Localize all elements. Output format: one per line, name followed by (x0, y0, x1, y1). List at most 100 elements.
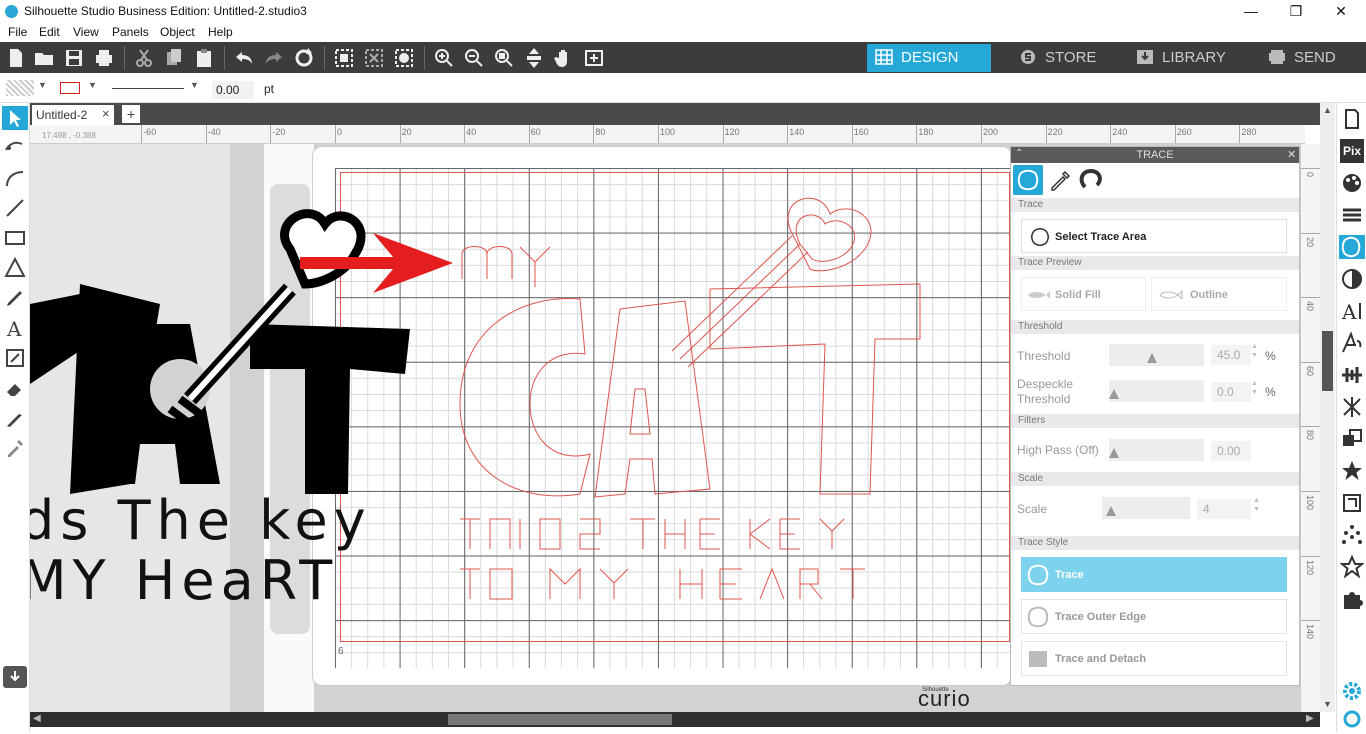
print-icon[interactable] (92, 46, 116, 70)
spinner-arrows-icon[interactable]: ▲ ▼ (1251, 379, 1258, 397)
despeckle-slider[interactable] (1109, 380, 1204, 402)
outline-button[interactable]: Outline (1151, 277, 1287, 311)
compound-path-icon[interactable] (392, 46, 416, 70)
rectangle-tool-icon[interactable] (3, 226, 27, 250)
eraser-icon[interactable] (3, 376, 27, 400)
offset-icon[interactable] (1340, 491, 1364, 515)
polygon-tool-icon[interactable] (3, 256, 27, 280)
trace-style-trace-button[interactable]: Trace (1021, 557, 1287, 592)
chevron-down-icon[interactable]: ▼ (88, 80, 97, 90)
close-tab-icon[interactable]: × (102, 106, 110, 121)
menu-edit[interactable]: Edit (39, 25, 60, 39)
slider-knob[interactable] (1109, 389, 1119, 399)
undo-icon[interactable] (232, 46, 256, 70)
font-style-icon[interactable] (1340, 331, 1364, 355)
magnet-mode-icon[interactable] (1077, 167, 1107, 193)
eyedropper-mode-icon[interactable] (1047, 167, 1073, 193)
spinner-arrows-icon[interactable]: ▲ ▼ (1251, 342, 1258, 360)
zoom-in-icon[interactable] (432, 46, 456, 70)
collapse-panel-icon[interactable]: ⌃ (1015, 148, 1023, 159)
scale-slider[interactable] (1102, 497, 1190, 519)
add-page-icon[interactable] (582, 46, 606, 70)
high-pass-slider[interactable] (1109, 439, 1204, 461)
line-color-swatch[interactable] (60, 82, 80, 94)
palette-icon[interactable] (1340, 171, 1364, 195)
copy-icon[interactable] (162, 46, 186, 70)
close-panel-icon[interactable]: ✕ (1287, 148, 1296, 161)
trace-and-detach-button[interactable]: Trace and Detach (1021, 641, 1287, 676)
tab-library[interactable]: LIBRARY (1128, 44, 1240, 72)
close-window-button[interactable]: ✕ (1318, 0, 1364, 23)
align-icon[interactable] (1340, 363, 1364, 387)
high-pass-value[interactable]: 0.00 (1211, 441, 1251, 461)
threshold-value[interactable]: 45.0 (1211, 345, 1251, 365)
horizontal-scroll-thumb[interactable] (448, 714, 672, 725)
zoom-select-icon[interactable] (492, 46, 516, 70)
trace-mode-icon[interactable] (1013, 165, 1043, 195)
cut-icon[interactable] (132, 46, 156, 70)
open-folder-icon[interactable] (32, 46, 56, 70)
scroll-down-icon[interactable]: ▼ (1323, 699, 1332, 709)
eyedropper-icon[interactable] (3, 436, 27, 460)
minimize-button[interactable]: — (1228, 0, 1274, 23)
scroll-right-icon[interactable]: ▶ (1306, 713, 1314, 724)
chevron-down-icon[interactable]: ▼ (190, 80, 199, 90)
ungroup-icon[interactable] (362, 46, 386, 70)
zoom-out-icon[interactable] (462, 46, 486, 70)
menu-panels[interactable]: Panels (112, 25, 149, 39)
save-icon[interactable] (62, 46, 86, 70)
scroll-left-icon[interactable]: ◀ (33, 713, 41, 724)
chevron-down-icon[interactable]: ▼ (38, 80, 47, 90)
restore-button[interactable]: ❐ (1273, 0, 1319, 23)
point-edit-icon[interactable] (3, 136, 27, 160)
menu-view[interactable]: View (73, 25, 99, 39)
slider-knob[interactable] (1105, 506, 1116, 516)
horizontal-scrollbar[interactable]: ◀ ▶ (30, 712, 1320, 727)
dots-pattern-icon[interactable] (1340, 523, 1364, 547)
add-tab-icon[interactable]: + (122, 105, 140, 123)
line-width-input[interactable]: 0.00 (212, 81, 254, 99)
vertical-scrollbar[interactable]: ▲ ▼ (1320, 103, 1335, 712)
scale-value[interactable]: 4 (1197, 499, 1251, 519)
knife-tool-icon[interactable] (3, 406, 27, 430)
transform-icon[interactable] (1340, 395, 1364, 419)
paste-icon[interactable] (192, 46, 216, 70)
trace-panel-icon[interactable] (1339, 235, 1365, 259)
trace-outer-edge-button[interactable]: Trace Outer Edge (1021, 599, 1287, 634)
puzzle-icon[interactable] (1340, 587, 1364, 611)
pencil-tool-icon[interactable] (3, 286, 27, 310)
select-trace-area-button[interactable]: Select Trace Area (1021, 219, 1287, 253)
threshold-slider[interactable] (1109, 344, 1204, 366)
vertical-scroll-thumb[interactable] (1322, 331, 1333, 391)
sync-icon[interactable] (1340, 707, 1364, 731)
pixscan-icon[interactable]: Pix (1340, 139, 1364, 163)
slider-knob[interactable] (1109, 448, 1119, 458)
tab-design[interactable]: DESIGN (867, 44, 991, 72)
new-file-icon[interactable] (4, 46, 28, 70)
menu-file[interactable]: File (8, 25, 27, 39)
select-arrow-icon[interactable] (2, 106, 28, 130)
star-rating-icon[interactable] (1340, 459, 1364, 483)
text-tool-icon[interactable]: A (3, 316, 27, 341)
replicate-icon[interactable] (1340, 427, 1364, 451)
fit-page-icon[interactable] (522, 46, 546, 70)
scroll-up-icon[interactable]: ▲ (1323, 105, 1332, 115)
refresh-icon[interactable] (292, 46, 316, 70)
pan-hand-icon[interactable] (552, 46, 576, 70)
settings-gear-icon[interactable] (1340, 679, 1364, 703)
tab-store[interactable]: STORE (1011, 44, 1111, 72)
traced-outline-design[interactable] (420, 189, 960, 609)
spinner-arrows-icon[interactable]: ▲ ▼ (1253, 496, 1260, 514)
line-style-sample[interactable] (112, 88, 184, 89)
redo-icon[interactable] (262, 46, 286, 70)
star-outline-icon[interactable] (1339, 554, 1365, 579)
draw-shape-icon[interactable] (3, 346, 27, 370)
group-icon[interactable] (332, 46, 356, 70)
fill-pattern-swatch[interactable] (6, 80, 34, 96)
curve-tool-icon[interactable] (3, 166, 27, 190)
line-tool-icon[interactable] (3, 196, 27, 220)
page-setup-icon[interactable] (1340, 107, 1364, 131)
tab-send[interactable]: SEND (1260, 44, 1364, 72)
menu-help[interactable]: Help (208, 25, 233, 39)
slider-knob[interactable] (1147, 353, 1158, 363)
